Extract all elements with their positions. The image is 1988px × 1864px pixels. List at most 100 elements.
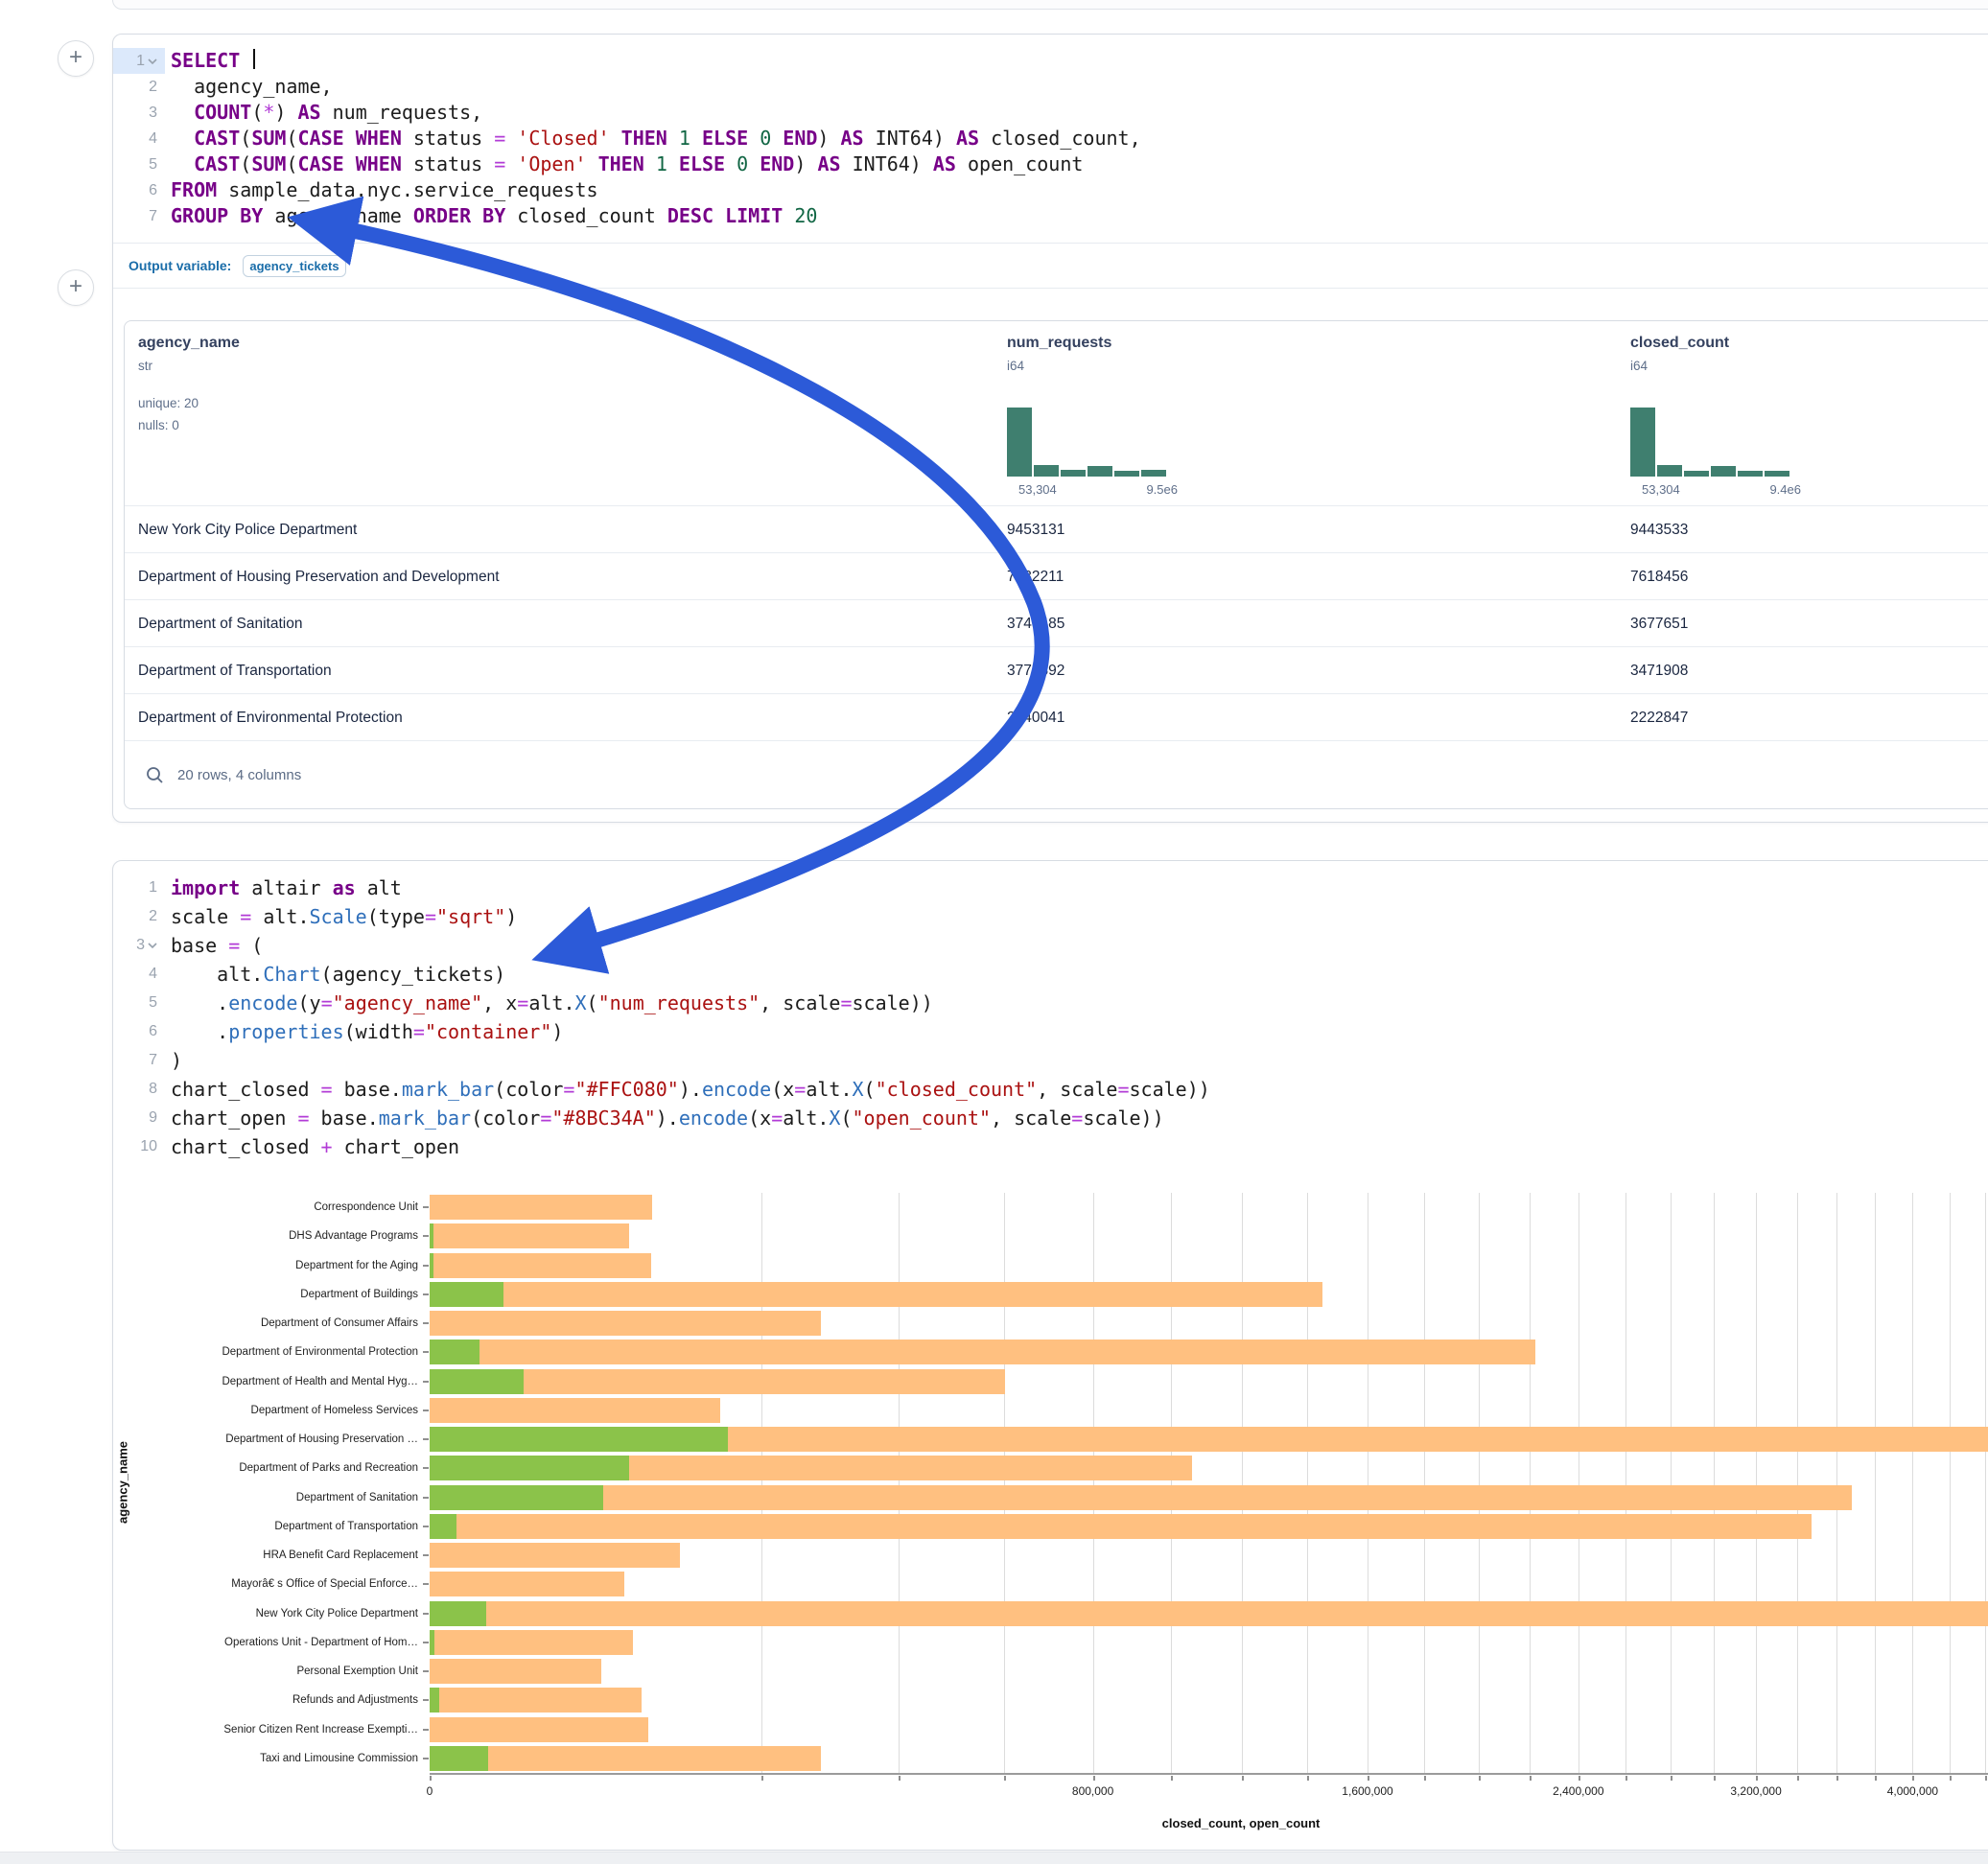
hist-bar <box>1141 470 1166 477</box>
x-axis-tick <box>430 1776 432 1781</box>
bar-closed[interactable] <box>430 1746 821 1771</box>
table-header: agency_name str unique: 20 nulls: 0 num_… <box>125 321 1988 505</box>
bar-open[interactable] <box>430 1456 629 1480</box>
bar-open[interactable] <box>430 1282 503 1307</box>
bar-open[interactable] <box>430 1253 433 1278</box>
line-number: 7 <box>113 203 165 229</box>
table-row[interactable]: New York City Police Department945313194… <box>125 505 1988 552</box>
column-header-agency-name[interactable]: agency_name str unique: 20 nulls: 0 <box>138 335 240 436</box>
column-histogram <box>1007 406 1166 477</box>
code-line[interactable]: 5 CAST(SUM(CASE WHEN status = 'Open' THE… <box>113 151 1988 177</box>
bar-closed[interactable] <box>430 1717 648 1742</box>
line-number: 4 <box>113 126 165 151</box>
table-row[interactable]: Department of Environmental Protection22… <box>125 693 1988 740</box>
y-axis-label: Department of Environmental Protection <box>92 1338 418 1366</box>
sql-code-editor[interactable]: 1SELECT 2 agency_name,3 COUNT(*) AS num_… <box>113 35 1988 229</box>
bar-open[interactable] <box>430 1746 488 1771</box>
code-line[interactable]: 9chart_open = base.mark_bar(color="#8BC3… <box>113 1104 1988 1132</box>
code-line[interactable]: 3base = ( <box>113 931 1988 960</box>
line-number: 3 <box>113 931 165 960</box>
code-line[interactable]: 6 .properties(width="container") <box>113 1017 1988 1046</box>
code-line[interactable]: 1import altair as alt <box>113 874 1988 902</box>
hist-bar <box>1061 470 1086 477</box>
code-line[interactable]: 7) <box>113 1046 1988 1075</box>
code-line[interactable]: 8chart_closed = base.mark_bar(color="#FF… <box>113 1075 1988 1104</box>
code-content: SELECT <box>165 48 255 74</box>
code-line[interactable]: 2scale = alt.Scale(type="sqrt") <box>113 902 1988 931</box>
line-number: 6 <box>113 1017 165 1046</box>
table-row[interactable]: Department of Transportation377489234719… <box>125 646 1988 693</box>
table-footer: 20 rows, 4 columns <box>125 740 1988 808</box>
column-name: closed_count <box>1630 335 1729 352</box>
column-type: str <box>138 359 240 373</box>
bar-open[interactable] <box>430 1223 433 1248</box>
code-line[interactable]: 5 .encode(y="agency_name", x=alt.X("num_… <box>113 989 1988 1017</box>
sql-cell: 1SELECT 2 agency_name,3 COUNT(*) AS num_… <box>112 34 1988 823</box>
x-axis-line <box>430 1773 1988 1775</box>
bar-closed[interactable] <box>430 1195 652 1220</box>
bar-open[interactable] <box>430 1601 486 1626</box>
python-code-editor[interactable]: 1import altair as alt2scale = alt.Scale(… <box>113 861 1988 1161</box>
bar-open[interactable] <box>430 1688 439 1713</box>
previous-cell-edge <box>112 0 1988 10</box>
output-variable-row: Output variable: agency_tickets <box>113 243 1988 289</box>
code-line[interactable]: 6FROM sample_data.nyc.service_requests <box>113 177 1988 203</box>
bar-closed[interactable] <box>430 1253 651 1278</box>
bar-closed[interactable] <box>430 1514 1812 1539</box>
table-row[interactable]: Department of Housing Preservation and D… <box>125 552 1988 599</box>
output-variable-pill[interactable]: agency_tickets <box>243 255 345 277</box>
bar-closed[interactable] <box>430 1311 821 1336</box>
x-axis-tick <box>1950 1776 1952 1781</box>
x-axis-tick <box>1579 1776 1580 1781</box>
results-table: agency_name str unique: 20 nulls: 0 num_… <box>124 320 1988 809</box>
table-cell: 7618456 <box>1630 553 1688 600</box>
bar-closed[interactable] <box>430 1601 1988 1626</box>
bar-closed[interactable] <box>430 1485 1852 1510</box>
y-axis-label: Correspondence Unit <box>92 1193 418 1222</box>
column-header-num-requests[interactable]: num_requests i64 <box>1007 335 1111 373</box>
x-axis-label: 1,600,000 <box>1342 1784 1392 1798</box>
bar-closed[interactable] <box>430 1282 1322 1307</box>
code-line[interactable]: 10chart_closed + chart_open <box>113 1132 1988 1161</box>
table-row[interactable]: Department of Sanitation37494853677651 <box>125 599 1988 646</box>
add-cell-button[interactable]: + <box>58 269 94 306</box>
bar-open[interactable] <box>430 1630 434 1655</box>
code-line[interactable]: 4 CAST(SUM(CASE WHEN status = 'Closed' T… <box>113 126 1988 151</box>
fold-chevron-icon[interactable] <box>148 58 157 65</box>
code-content: .encode(y="agency_name", x=alt.X("num_re… <box>165 989 933 1017</box>
histogram-range-labels: 53,304 9.4e6 <box>1642 482 1805 497</box>
bar-open[interactable] <box>430 1340 479 1364</box>
bar-closed[interactable] <box>430 1659 601 1684</box>
chart-plot-area: Correspondence UnitDHS Advantage Program… <box>430 1193 1988 1773</box>
table-cell: 3471908 <box>1630 647 1688 694</box>
code-line[interactable]: 1SELECT <box>113 48 1988 74</box>
bar-closed[interactable] <box>430 1543 680 1568</box>
bar-closed[interactable] <box>430 1340 1535 1364</box>
bar-open[interactable] <box>430 1369 524 1394</box>
next-cell-edge <box>0 1852 1988 1864</box>
y-axis-tick <box>423 1554 429 1556</box>
code-line[interactable]: 7GROUP BY agency_name ORDER BY closed_co… <box>113 203 1988 229</box>
bar-open[interactable] <box>430 1514 456 1539</box>
y-axis-tick <box>423 1381 429 1383</box>
bar-open[interactable] <box>430 1485 603 1510</box>
code-line[interactable]: 2 agency_name, <box>113 74 1988 100</box>
bar-closed[interactable] <box>430 1688 642 1713</box>
x-axis-label: 2,400,000 <box>1553 1784 1603 1798</box>
search-icon[interactable] <box>146 766 164 784</box>
x-axis-tick <box>1714 1776 1716 1781</box>
bar-closed[interactable] <box>430 1572 624 1596</box>
code-line[interactable]: 4 alt.Chart(agency_tickets) <box>113 960 1988 989</box>
bar-closed[interactable] <box>430 1223 629 1248</box>
fold-chevron-icon[interactable] <box>148 942 157 949</box>
bar-open[interactable] <box>430 1427 728 1452</box>
add-cell-button[interactable]: + <box>58 40 94 77</box>
column-header-closed-count[interactable]: closed_count i64 <box>1630 335 1729 373</box>
x-axis-tick <box>1671 1776 1672 1781</box>
line-number: 1 <box>113 48 165 74</box>
bar-closed[interactable] <box>430 1630 633 1655</box>
y-axis-label: Department for the Aging <box>92 1251 418 1280</box>
bar-closed[interactable] <box>430 1398 720 1423</box>
code-line[interactable]: 3 COUNT(*) AS num_requests, <box>113 100 1988 126</box>
y-axis-label: Personal Exemption Unit <box>92 1657 418 1686</box>
